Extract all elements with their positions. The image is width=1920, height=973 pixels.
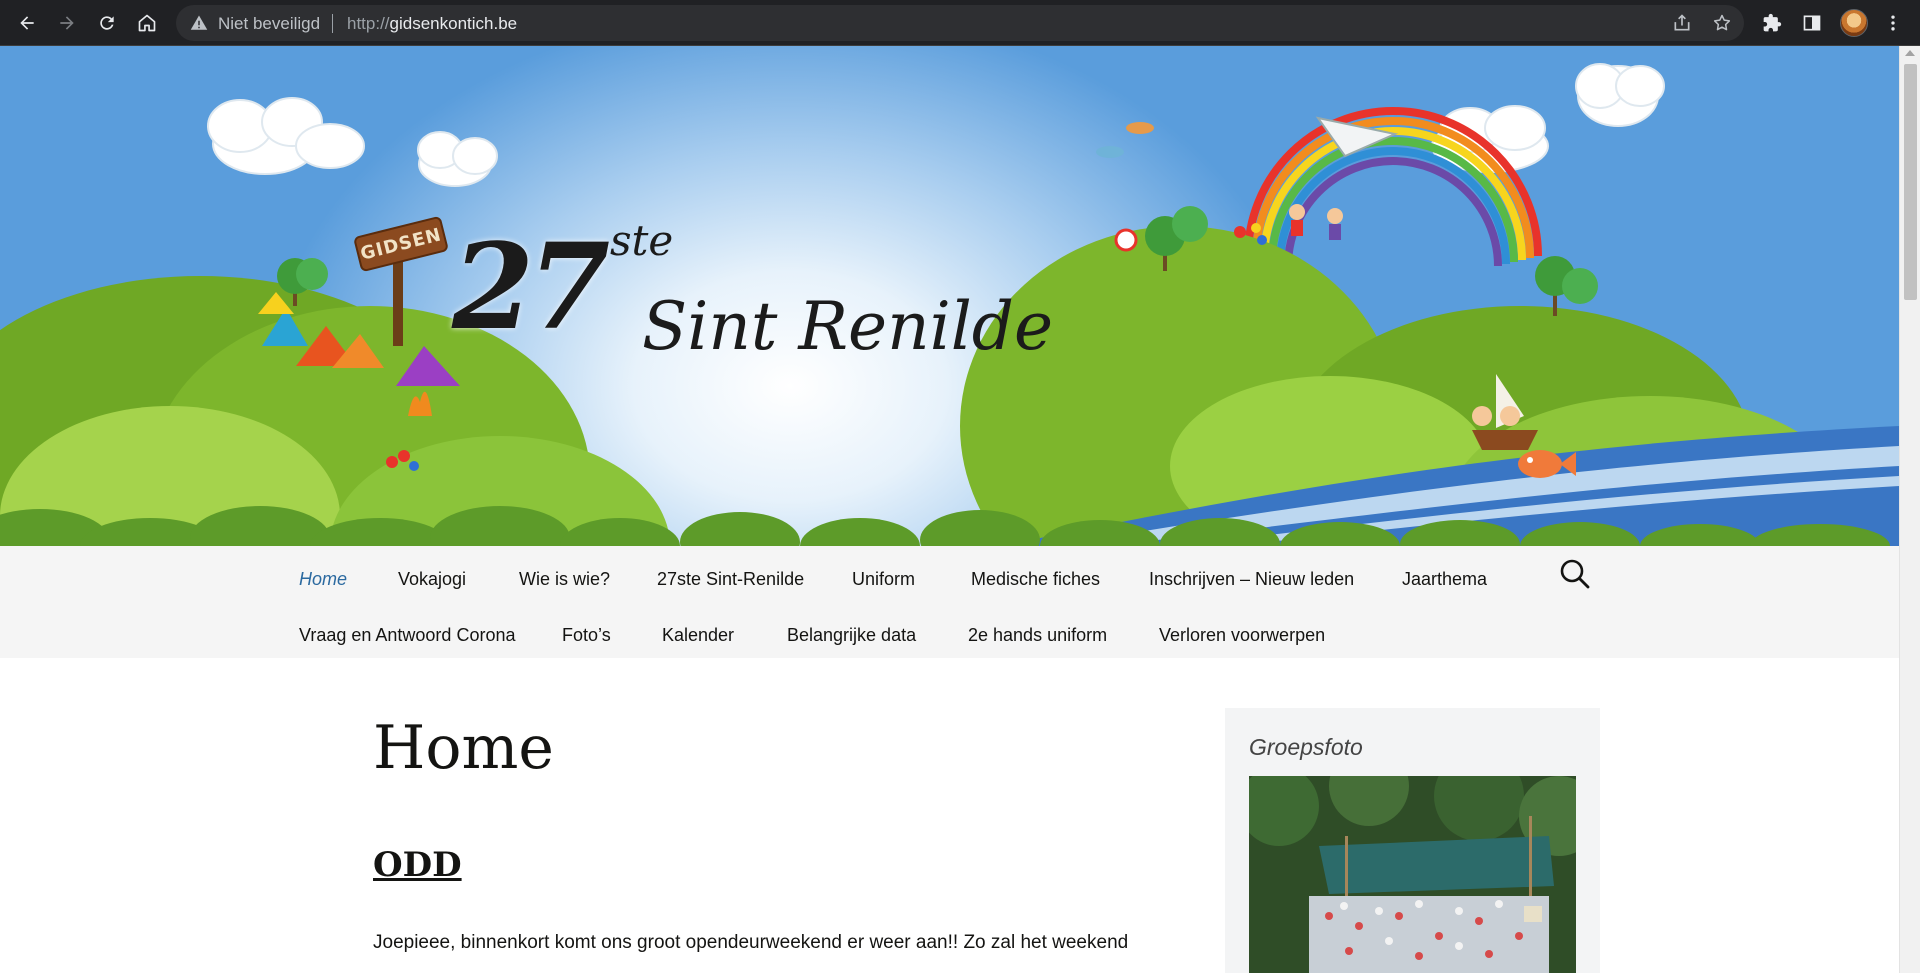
- nav-item-2e-hands-uniform[interactable]: 2e hands uniform: [968, 624, 1107, 646]
- sidebar-widget: Groepsfoto: [1225, 708, 1600, 973]
- group-photo[interactable]: [1249, 776, 1576, 973]
- nav-item-belangrijke-data[interactable]: Belangrijke data: [787, 624, 916, 646]
- nav-item-27ste-sint-renilde[interactable]: 27ste Sint-Renilde: [657, 568, 804, 590]
- main-content: Home ODD Joepieee, binnenkort komt ons g…: [0, 658, 1899, 973]
- group-photo-image: [1249, 776, 1576, 973]
- page-viewport: GIDSEN 27 ste Sint Renilde Home Vokajogi…: [0, 46, 1899, 973]
- main-navigation: Home Vokajogi Wie is wie? 27ste Sint-Ren…: [0, 546, 1899, 658]
- nav-item-verloren-voorwerpen[interactable]: Verloren voorwerpen: [1159, 624, 1325, 646]
- nav-item-vraag-en-antwoord[interactable]: Vraag en Antwoord Corona: [299, 624, 515, 646]
- nav-item-uniform[interactable]: Uniform: [852, 568, 915, 590]
- puzzle-icon: [1763, 13, 1782, 32]
- warning-icon[interactable]: [190, 14, 208, 32]
- nav-item-vokajogi[interactable]: Vokajogi: [398, 568, 466, 590]
- omnibox-divider: [332, 14, 333, 33]
- back-button[interactable]: [11, 7, 43, 39]
- cloud-icon: [207, 97, 365, 175]
- cloud-icon: [1575, 63, 1665, 127]
- page-scrollbar[interactable]: [1899, 46, 1920, 973]
- url-text[interactable]: http://gidsenkontich.be: [347, 14, 517, 34]
- scroll-up-arrow-icon[interactable]: [1905, 50, 1915, 56]
- cloud-icon: [417, 131, 498, 187]
- url-host: gidsenkontich.be: [389, 14, 518, 33]
- share-icon: [1674, 14, 1690, 31]
- arrow-right-icon: [60, 16, 74, 30]
- star-icon: [1713, 14, 1731, 31]
- nav-item-inschrijven[interactable]: Inschrijven – Nieuw leden: [1149, 568, 1354, 590]
- arrow-left-icon: [20, 16, 34, 30]
- extensions-button[interactable]: [1756, 7, 1788, 39]
- logo-number: 27: [452, 217, 610, 356]
- nav-item-home[interactable]: Home: [299, 568, 347, 590]
- logo-name: Sint Renilde: [642, 288, 1054, 365]
- nav-item-fotos[interactable]: Foto’s: [562, 624, 611, 646]
- reload-icon: [100, 16, 114, 30]
- page-title: Home: [373, 713, 554, 783]
- ball-icon: [1114, 228, 1138, 252]
- home-icon: [138, 14, 156, 32]
- post-excerpt: Joepieee, binnenkort komt ons groot open…: [373, 932, 1129, 953]
- children-icon: [1289, 204, 1343, 240]
- menu-button[interactable]: [1877, 7, 1909, 39]
- side-panel-button[interactable]: [1796, 7, 1828, 39]
- nav-item-wie-is-wie[interactable]: Wie is wie?: [519, 568, 610, 590]
- bird-icon: [1096, 122, 1154, 158]
- profile-avatar[interactable]: [1840, 9, 1868, 37]
- url-prefix: http://: [347, 14, 390, 33]
- bookmark-button[interactable]: [1710, 11, 1734, 35]
- side-panel-icon: [1803, 15, 1821, 31]
- home-button[interactable]: [131, 7, 163, 39]
- browser-toolbar: Niet beveiligd http://gidsenkontich.be: [0, 0, 1920, 46]
- scroll-thumb[interactable]: [1904, 64, 1917, 300]
- widget-title: Groepsfoto: [1249, 734, 1363, 760]
- forward-button[interactable]: [51, 7, 83, 39]
- reload-button[interactable]: [91, 7, 123, 39]
- site-logo[interactable]: 27 ste Sint Renilde: [452, 206, 1053, 406]
- more-vertical-icon: [1891, 15, 1895, 31]
- share-button[interactable]: [1670, 11, 1694, 35]
- nav-item-medische-fiches[interactable]: Medische fiches: [971, 568, 1100, 590]
- search-button[interactable]: [1559, 558, 1591, 590]
- header-banner[interactable]: GIDSEN 27 ste Sint Renilde: [0, 46, 1899, 546]
- post-title-link[interactable]: ODD: [373, 848, 462, 882]
- nav-item-jaarthema[interactable]: Jaarthema: [1402, 568, 1487, 590]
- nav-item-kalender[interactable]: Kalender: [662, 624, 734, 646]
- search-icon: [1560, 559, 1590, 589]
- logo-suffix: ste: [610, 216, 674, 265]
- address-bar[interactable]: Niet beveiligd http://gidsenkontich.be: [176, 5, 1744, 41]
- security-label[interactable]: Niet beveiligd: [218, 14, 320, 34]
